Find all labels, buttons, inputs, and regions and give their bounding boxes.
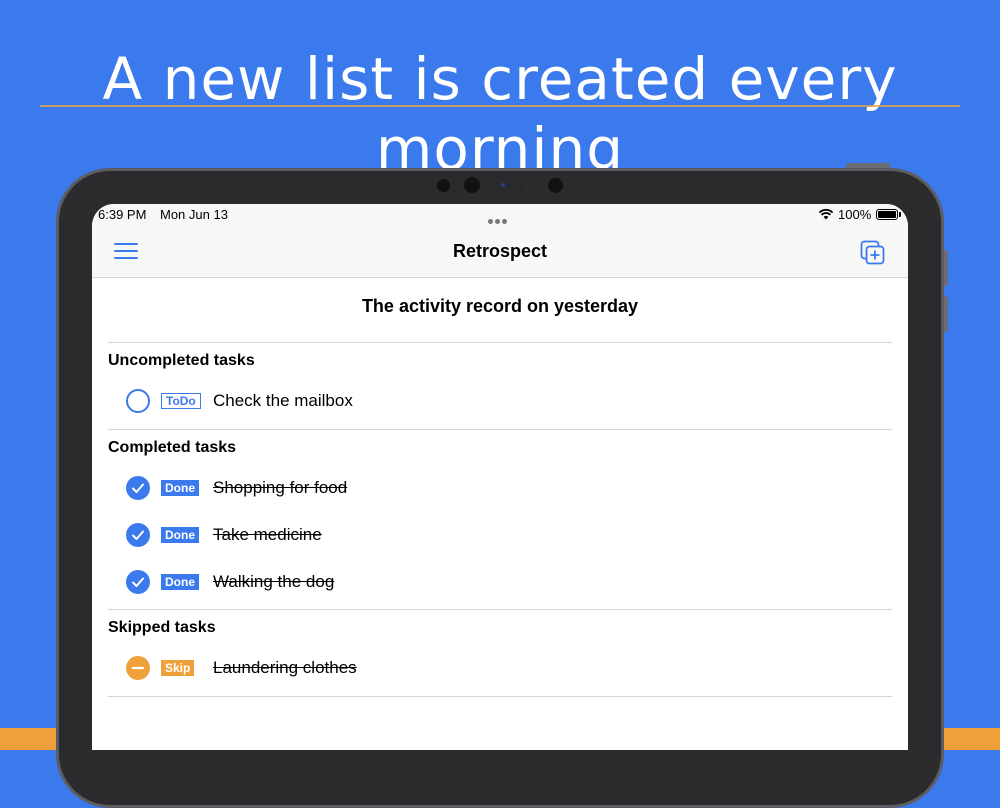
divider — [108, 342, 892, 343]
empty-circle-icon[interactable] — [126, 389, 150, 413]
add-copy-icon[interactable] — [860, 240, 886, 266]
task-row[interactable]: Done Shopping for food — [126, 473, 826, 503]
task-row[interactable]: Skip Laundering clothes — [126, 653, 826, 683]
sensor-icon — [437, 179, 450, 192]
record-title: The activity record on yesterday — [361, 296, 639, 316]
camera-indicator-icon — [501, 183, 505, 187]
task-row[interactable]: Done Walking the dog — [126, 567, 826, 597]
app-screen: 6:39 PM Mon Jun 13 100% Retrospect The a… — [92, 204, 908, 750]
sensor-dot-icon — [526, 184, 529, 187]
divider — [108, 696, 892, 697]
done-tag: Done — [161, 574, 199, 590]
section-header-completed: Completed tasks — [108, 439, 237, 456]
task-text: Laundering clothes — [213, 658, 357, 677]
done-tag: Done — [161, 480, 199, 496]
status-bar: 6:39 PM Mon Jun 13 100% — [92, 204, 908, 226]
nav-title: Retrospect — [452, 241, 548, 261]
task-text: Shopping for food — [213, 478, 348, 497]
task-text: Walking the dog — [213, 572, 335, 591]
checkmark-circle-icon[interactable] — [126, 570, 150, 594]
proximity-sensor-icon — [548, 178, 563, 193]
multitasking-dots-icon[interactable] — [488, 212, 512, 224]
navigation-bar: Retrospect — [92, 226, 908, 278]
minus-circle-icon[interactable] — [126, 656, 150, 680]
status-date: Mon Jun 13 — [160, 207, 228, 222]
todo-tag: ToDo — [161, 393, 201, 409]
skip-tag: Skip — [161, 660, 195, 676]
camera-icon — [464, 177, 480, 193]
checkmark-circle-icon[interactable] — [126, 476, 150, 500]
done-tag: Done — [161, 527, 199, 543]
checkmark-circle-icon[interactable] — [126, 523, 150, 547]
task-text: Check the mailbox — [213, 391, 353, 410]
divider — [108, 429, 892, 430]
battery-terminal — [899, 212, 901, 217]
section-header-skipped: Skipped tasks — [108, 619, 216, 636]
section-header-uncompleted: Uncompleted tasks — [108, 352, 255, 369]
wifi-icon — [818, 208, 834, 220]
battery-percentage: 100% — [838, 207, 872, 222]
divider — [108, 609, 892, 610]
battery-icon — [876, 209, 898, 220]
task-text: Take medicine — [213, 525, 322, 544]
headline-underline — [40, 105, 960, 107]
task-row[interactable]: ToDo Check the mailbox — [126, 386, 826, 416]
status-time: 6:39 PM — [98, 207, 147, 222]
task-row[interactable]: Done Take medicine — [126, 520, 826, 550]
